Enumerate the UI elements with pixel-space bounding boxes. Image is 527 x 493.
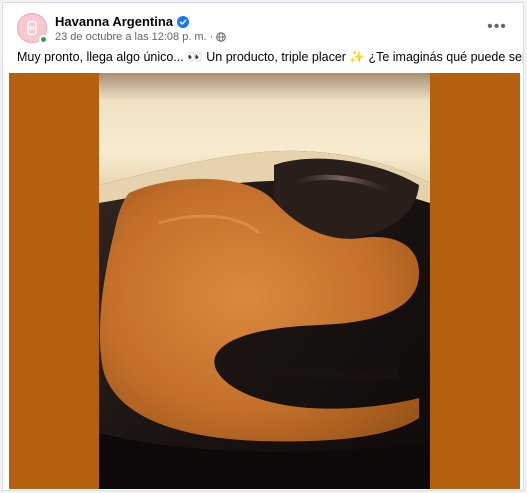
verified-badge-icon: [177, 15, 189, 28]
reactions-peek[interactable]: [17, 490, 44, 491]
post-caption: Muy pronto, llega algo único... 👀 Un pro…: [17, 50, 524, 64]
author-row: Havanna Argentina: [55, 14, 189, 29]
like-reaction-icon: [17, 490, 29, 491]
globe-icon[interactable]: [216, 32, 227, 42]
wow-reaction-icon: [35, 490, 47, 491]
video-still-image: [99, 73, 430, 489]
havanna-logo-icon: [27, 20, 37, 36]
facebook-post-card: Havanna Argentina 23 de octubre a las 12…: [2, 2, 524, 491]
love-reaction-icon: [26, 490, 38, 491]
post-meta: 23 de octubre a las 12:08 p. m. ·: [55, 31, 227, 43]
video-frame: [99, 73, 430, 489]
post-video[interactable]: [9, 73, 520, 489]
author-name-link[interactable]: Havanna Argentina: [55, 14, 173, 29]
post-header: Havanna Argentina 23 de octubre a las 12…: [17, 13, 509, 49]
online-status-dot: [39, 35, 48, 44]
more-options-icon[interactable]: •••: [485, 17, 509, 37]
post-timestamp-link[interactable]: 23 de octubre a las 12:08 p. m.: [55, 31, 207, 43]
meta-separator: ·: [209, 31, 214, 43]
